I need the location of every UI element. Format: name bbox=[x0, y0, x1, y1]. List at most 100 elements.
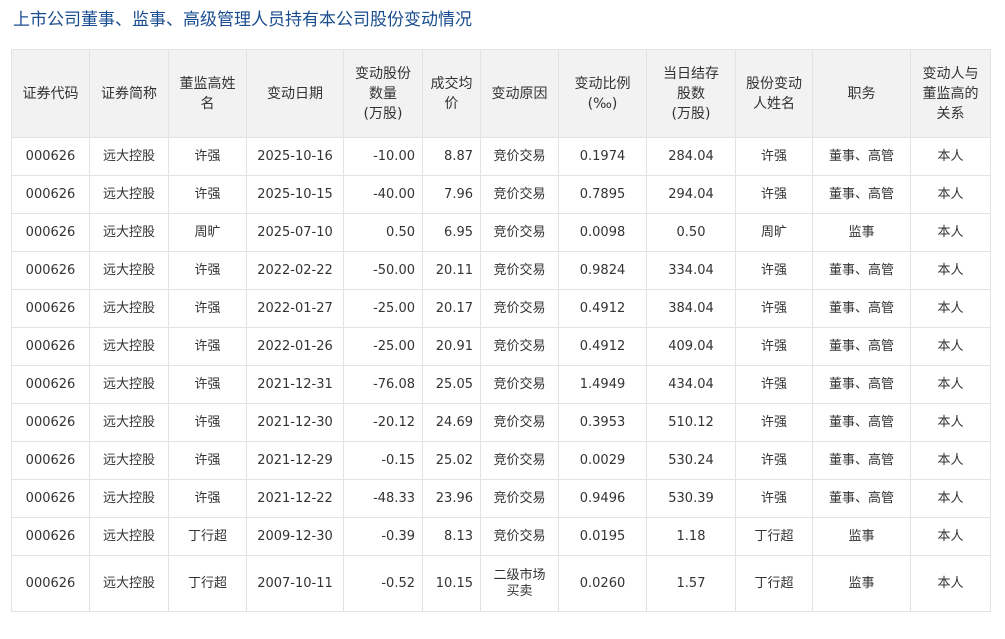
cell-relationship: 本人 bbox=[910, 213, 991, 252]
cell-executive-name: 许强 bbox=[168, 175, 247, 214]
table-row: 000626 远大控股 许强 2022-02-22 -50.00 20.11 竞价交易 0.9… bbox=[11, 251, 991, 290]
cell-security-code: 000626 bbox=[11, 365, 90, 404]
cell-change-reason: 竞价交易 bbox=[480, 479, 559, 518]
cell-change-ratio: 0.3953 bbox=[558, 403, 647, 442]
cell-change-date: 2007-10-11 bbox=[246, 555, 344, 612]
cell-position: 董事、高管 bbox=[812, 251, 911, 290]
cell-relationship: 本人 bbox=[910, 403, 991, 442]
table-row: 000626 远大控股 丁行超 2009-12-30 -0.39 8.13 竞价交易 0.01… bbox=[11, 517, 991, 556]
header-relationship: 变动人与 董监高的 关系 bbox=[910, 49, 991, 138]
cell-security-code: 000626 bbox=[11, 555, 90, 612]
cell-change-date: 2022-02-22 bbox=[246, 251, 344, 290]
cell-change-shares: 0.50 bbox=[343, 213, 423, 252]
cell-security-code: 000626 bbox=[11, 441, 90, 480]
cell-executive-name: 许强 bbox=[168, 479, 247, 518]
cell-change-ratio: 0.4912 bbox=[558, 289, 647, 328]
cell-security-name: 远大控股 bbox=[89, 403, 169, 442]
cell-relationship: 本人 bbox=[910, 137, 991, 176]
cell-change-shares: -25.00 bbox=[343, 327, 423, 366]
header-avg-price: 成交均价 bbox=[422, 49, 481, 138]
cell-security-name: 远大控股 bbox=[89, 289, 169, 328]
cell-change-date: 2021-12-29 bbox=[246, 441, 344, 480]
table-body: 000626 远大控股 许强 2025-10-16 -10.00 8.87 竞价交易 0.19… bbox=[11, 137, 991, 612]
cell-relationship: 本人 bbox=[910, 479, 991, 518]
cell-closing-shares: 384.04 bbox=[646, 289, 736, 328]
cell-avg-price: 25.05 bbox=[422, 365, 481, 404]
cell-change-date: 2022-01-27 bbox=[246, 289, 344, 328]
cell-change-shares: -25.00 bbox=[343, 289, 423, 328]
cell-security-name: 远大控股 bbox=[89, 137, 169, 176]
cell-change-shares: -0.39 bbox=[343, 517, 423, 556]
cell-position: 董事、高管 bbox=[812, 175, 911, 214]
cell-closing-shares: 1.18 bbox=[646, 517, 736, 556]
cell-executive-name: 许强 bbox=[168, 289, 247, 328]
header-change-shares: 变动股份 数量 (万股) bbox=[343, 49, 423, 138]
table-row: 000626 远大控股 许强 2021-12-31 -76.08 25.05 竞价交易 1.4… bbox=[11, 365, 991, 404]
cell-executive-name: 许强 bbox=[168, 251, 247, 290]
cell-change-shares: -48.33 bbox=[343, 479, 423, 518]
cell-changer-name: 许强 bbox=[735, 289, 813, 328]
cell-avg-price: 6.95 bbox=[422, 213, 481, 252]
cell-executive-name: 许强 bbox=[168, 441, 247, 480]
cell-changer-name: 许强 bbox=[735, 441, 813, 480]
cell-changer-name: 许强 bbox=[735, 479, 813, 518]
cell-change-ratio: 0.0029 bbox=[558, 441, 647, 480]
table-row: 000626 远大控股 许强 2025-10-15 -40.00 7.96 竞价交易 0.78… bbox=[11, 175, 991, 214]
cell-avg-price: 10.15 bbox=[422, 555, 481, 612]
header-executive-name: 董监高姓名 bbox=[168, 49, 247, 138]
cell-avg-price: 25.02 bbox=[422, 441, 481, 480]
cell-executive-name: 丁行超 bbox=[168, 555, 247, 612]
header-change-ratio: 变动比例 (‰) bbox=[558, 49, 647, 138]
cell-relationship: 本人 bbox=[910, 517, 991, 556]
cell-security-name: 远大控股 bbox=[89, 479, 169, 518]
cell-change-ratio: 0.0195 bbox=[558, 517, 647, 556]
cell-change-reason: 二级市场 买卖 bbox=[480, 555, 559, 612]
cell-change-ratio: 1.4949 bbox=[558, 365, 647, 404]
cell-relationship: 本人 bbox=[910, 289, 991, 328]
cell-security-code: 000626 bbox=[11, 327, 90, 366]
cell-change-date: 2021-12-30 bbox=[246, 403, 344, 442]
cell-change-ratio: 0.9496 bbox=[558, 479, 647, 518]
cell-change-ratio: 0.7895 bbox=[558, 175, 647, 214]
cell-position: 董事、高管 bbox=[812, 137, 911, 176]
cell-changer-name: 许强 bbox=[735, 137, 813, 176]
header-security-code: 证券代码 bbox=[11, 49, 90, 138]
cell-closing-shares: 530.24 bbox=[646, 441, 736, 480]
cell-changer-name: 许强 bbox=[735, 327, 813, 366]
cell-security-name: 远大控股 bbox=[89, 365, 169, 404]
cell-security-name: 远大控股 bbox=[89, 555, 169, 612]
cell-closing-shares: 334.04 bbox=[646, 251, 736, 290]
cell-change-shares: -50.00 bbox=[343, 251, 423, 290]
cell-change-ratio: 0.0098 bbox=[558, 213, 647, 252]
cell-security-code: 000626 bbox=[11, 403, 90, 442]
header-change-date: 变动日期 bbox=[246, 49, 344, 138]
cell-change-ratio: 0.0260 bbox=[558, 555, 647, 612]
table-row: 000626 远大控股 许强 2021-12-22 -48.33 23.96 竞价交易 0.9… bbox=[11, 479, 991, 518]
cell-security-name: 远大控股 bbox=[89, 251, 169, 290]
cell-change-reason: 竞价交易 bbox=[480, 137, 559, 176]
cell-security-code: 000626 bbox=[11, 479, 90, 518]
page-title: 上市公司董事、监事、高级管理人员持有本公司股份变动情况 bbox=[13, 10, 472, 30]
cell-changer-name: 许强 bbox=[735, 403, 813, 442]
cell-change-ratio: 0.4912 bbox=[558, 327, 647, 366]
table-row: 000626 远大控股 许强 2021-12-29 -0.15 25.02 竞价交易 0.00… bbox=[11, 441, 991, 480]
cell-position: 监事 bbox=[812, 213, 911, 252]
cell-change-date: 2025-10-15 bbox=[246, 175, 344, 214]
cell-closing-shares: 434.04 bbox=[646, 365, 736, 404]
cell-security-name: 远大控股 bbox=[89, 441, 169, 480]
cell-relationship: 本人 bbox=[910, 555, 991, 612]
cell-security-code: 000626 bbox=[11, 213, 90, 252]
cell-security-name: 远大控股 bbox=[89, 175, 169, 214]
cell-executive-name: 许强 bbox=[168, 403, 247, 442]
cell-change-ratio: 0.1974 bbox=[558, 137, 647, 176]
cell-change-reason: 竞价交易 bbox=[480, 289, 559, 328]
cell-executive-name: 许强 bbox=[168, 327, 247, 366]
cell-position: 董事、高管 bbox=[812, 441, 911, 480]
cell-avg-price: 8.87 bbox=[422, 137, 481, 176]
cell-change-reason: 竞价交易 bbox=[480, 327, 559, 366]
cell-avg-price: 23.96 bbox=[422, 479, 481, 518]
cell-change-date: 2022-01-26 bbox=[246, 327, 344, 366]
cell-closing-shares: 0.50 bbox=[646, 213, 736, 252]
cell-change-date: 2021-12-22 bbox=[246, 479, 344, 518]
table-row: 000626 远大控股 丁行超 2007-10-11 -0.52 10.15 二级市场 买卖 0… bbox=[11, 555, 991, 612]
